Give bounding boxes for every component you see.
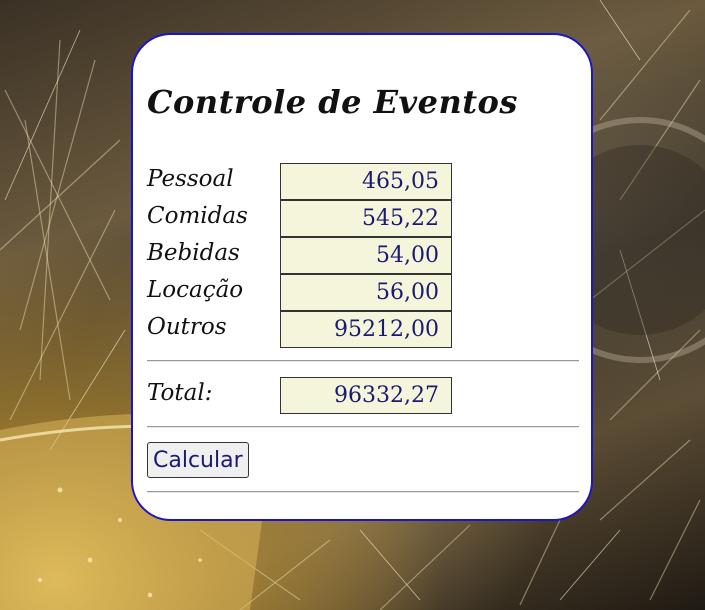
divider bbox=[147, 360, 579, 362]
field-row-locacao: Locação bbox=[147, 274, 567, 311]
bebidas-input[interactable] bbox=[280, 237, 452, 274]
calculate-button[interactable]: Calcular bbox=[147, 442, 249, 478]
total-output bbox=[280, 377, 452, 414]
comidas-input[interactable] bbox=[280, 200, 452, 237]
field-label: Locação bbox=[147, 277, 244, 303]
field-row-comidas: Comidas bbox=[147, 200, 567, 237]
locacao-input[interactable] bbox=[280, 274, 452, 311]
pessoal-input[interactable] bbox=[280, 163, 452, 200]
total-label: Total: bbox=[147, 380, 213, 406]
outros-input[interactable] bbox=[280, 311, 452, 348]
field-label: Bebidas bbox=[147, 240, 240, 266]
total-row: Total: bbox=[147, 377, 567, 414]
divider bbox=[147, 426, 579, 428]
field-row-bebidas: Bebidas bbox=[147, 237, 567, 274]
event-control-panel: Controle de Eventos Pessoal Comidas Bebi… bbox=[131, 33, 593, 521]
field-row-pessoal: Pessoal bbox=[147, 163, 567, 200]
page-title: Controle de Eventos bbox=[147, 83, 518, 121]
field-label: Comidas bbox=[147, 203, 248, 229]
field-label: Outros bbox=[147, 314, 227, 340]
field-row-outros: Outros bbox=[147, 311, 567, 348]
field-label: Pessoal bbox=[147, 166, 234, 192]
divider bbox=[147, 491, 579, 493]
